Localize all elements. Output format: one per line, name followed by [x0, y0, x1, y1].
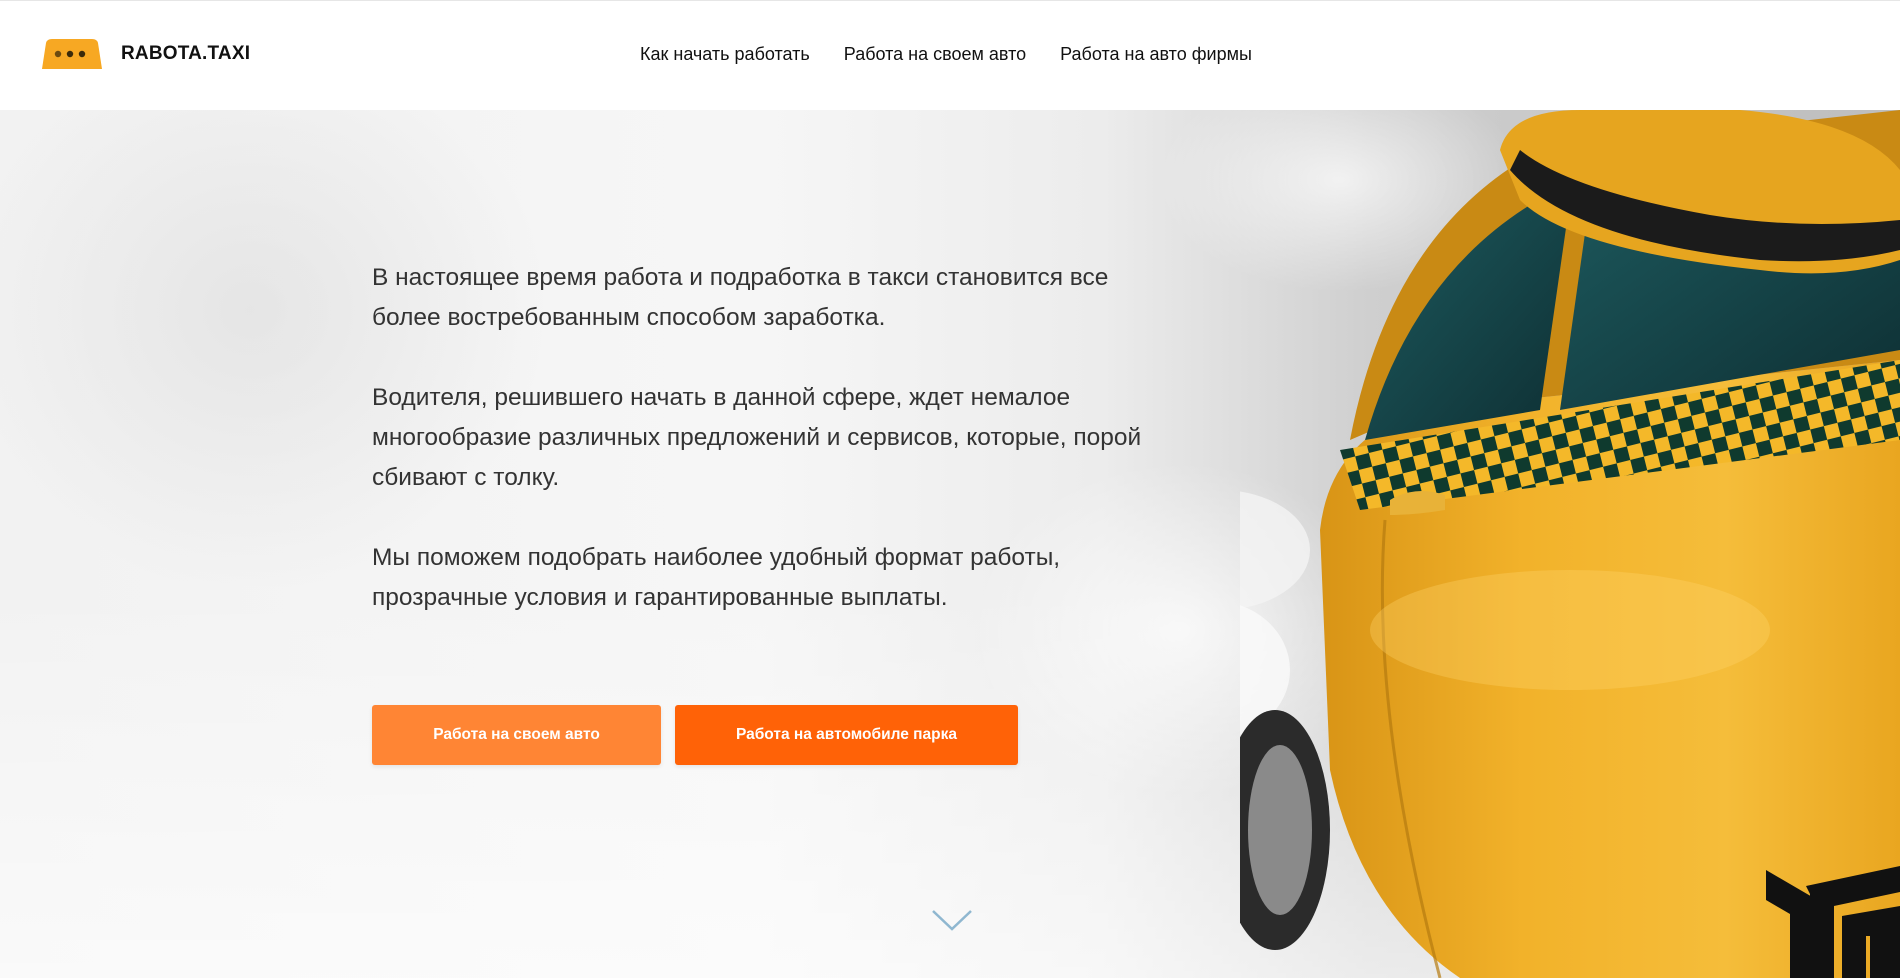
brand-name: RABOTA.TAXI: [121, 43, 251, 64]
hero-paragraph-1: В настоящее время работа и подработка в …: [372, 264, 1109, 331]
hero-paragraph-2: Водителя, решившего начать в данной сфер…: [372, 384, 1142, 491]
site-header: RABOTA.TAXI Как начать работать Работа н…: [0, 0, 1900, 110]
logo[interactable]: RABOTA.TAXI: [40, 37, 250, 71]
park-car-button[interactable]: Работа на автомобиле парка: [675, 705, 1018, 765]
chevron-down-icon[interactable]: [931, 908, 973, 932]
taxi-sign-icon: [40, 37, 104, 71]
corner-logo-icon: [1766, 866, 1900, 978]
nav-company-car[interactable]: Работа на авто фирмы: [1060, 44, 1252, 65]
hero-section: В настоящее время работа и подработка в …: [0, 110, 1900, 978]
own-car-button[interactable]: Работа на своем авто: [372, 705, 661, 765]
hero-paragraph-3: Мы поможем подобрать наиболее удобный фо…: [372, 544, 1061, 611]
taxi-car-image: [1240, 110, 1900, 978]
nav-own-car[interactable]: Работа на своем авто: [844, 44, 1026, 65]
main-nav: Как начать работать Работа на своем авто…: [640, 44, 1286, 65]
nav-how-to-start[interactable]: Как начать работать: [640, 44, 810, 65]
hero-text: В настоящее время работа и подработка в …: [372, 258, 1152, 658]
